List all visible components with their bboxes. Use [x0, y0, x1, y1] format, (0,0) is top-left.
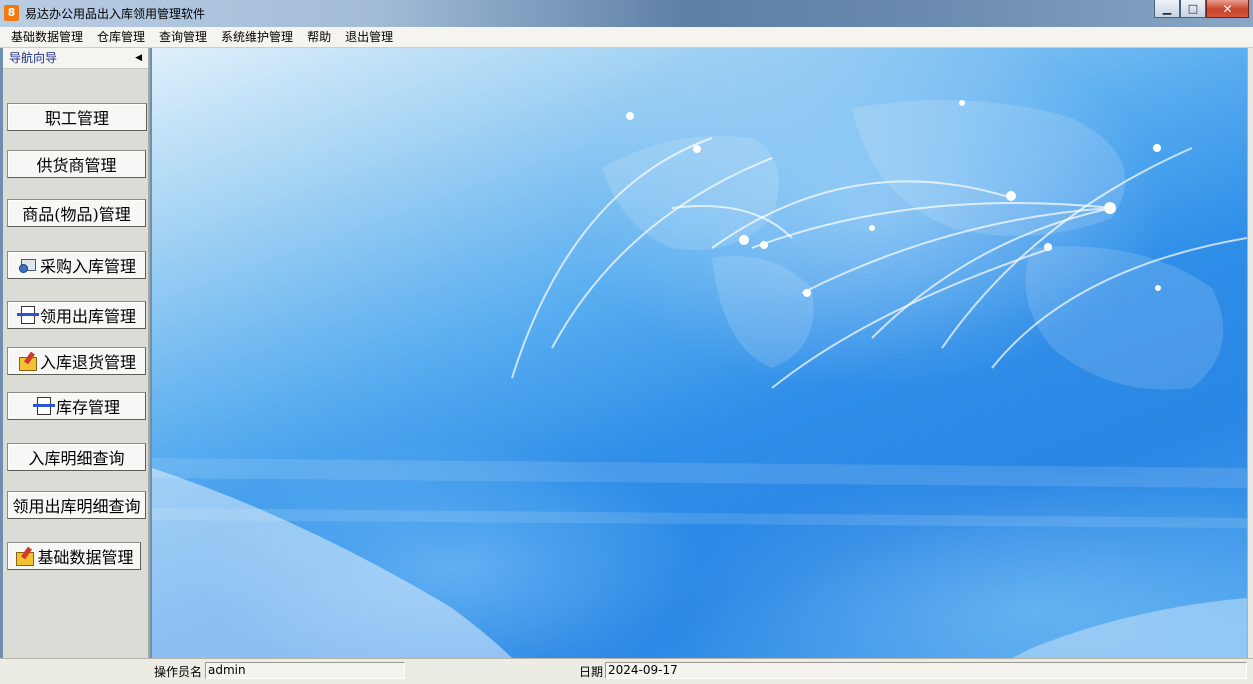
nav-button-label: 领用出库管理	[39, 307, 136, 326]
menu-query[interactable]: 查询管理	[152, 27, 214, 47]
folder-edit-icon	[14, 545, 36, 567]
status-bar: 操作员名 admin 日期 2024-09-17	[0, 658, 1253, 684]
nav-button-label: 采购入库管理	[39, 257, 136, 276]
nav-button-requisition-outbound[interactable]: 领用出库管理	[7, 301, 146, 329]
folder-edit-icon	[17, 350, 39, 372]
window-title: 易达办公用品出入库领用管理软件	[25, 7, 206, 21]
menu-bar: 基础数据管理 仓库管理 查询管理 系统维护管理 帮助 退出管理	[0, 27, 1253, 48]
menu-basic-data[interactable]: 基础数据管理	[4, 27, 90, 47]
nav-button-goods[interactable]: 商品(物品)管理	[7, 199, 146, 227]
close-button[interactable]: ✕	[1206, 0, 1249, 18]
nav-button-purchase-inbound[interactable]: 采购入库管理	[7, 251, 146, 279]
operator-name-field: admin	[205, 662, 405, 679]
nav-button-label: 商品(物品)管理	[22, 205, 131, 224]
nav-button-inventory[interactable]: 库存管理	[7, 392, 146, 420]
maximize-button[interactable]: □	[1180, 0, 1206, 18]
nav-button-label: 基础数据管理	[37, 548, 134, 567]
nav-button-label: 库存管理	[55, 398, 120, 417]
navigation-sidebar: 导航向导 ◀ 职工管理 供货商管理 商品(物品)管理 采购入库管理 领用出库管理…	[3, 48, 150, 658]
nav-button-label: 领用出库明细查询	[12, 497, 141, 516]
document-edit-icon	[16, 304, 39, 326]
nav-header: 导航向导 ◀	[3, 48, 148, 69]
right-edge-strip	[1247, 48, 1253, 658]
nav-button-label: 职工管理	[44, 109, 109, 128]
world-map-decoration	[152, 100, 1247, 658]
document-edit-icon	[32, 395, 55, 417]
computer-icon	[17, 254, 39, 276]
app-icon: 8	[4, 5, 19, 21]
nav-button-outbound-detail-query[interactable]: 领用出库明细查询	[7, 491, 146, 519]
nav-button-inbound-detail-query[interactable]: 入库明细查询	[7, 443, 146, 471]
title-bar: 8 易达办公用品出入库领用管理软件 ▁ □ ✕	[0, 0, 1253, 27]
menu-warehouse[interactable]: 仓库管理	[90, 27, 152, 47]
nav-button-label: 入库明细查询	[28, 449, 125, 468]
operator-label: 操作员名	[154, 665, 203, 679]
main-background-image	[152, 48, 1247, 658]
window-controls: ▁ □ ✕	[1154, 0, 1249, 19]
menu-exit[interactable]: 退出管理	[338, 27, 400, 47]
nav-button-inbound-return[interactable]: 入库退货管理	[7, 347, 146, 375]
nav-button-label: 供货商管理	[36, 156, 117, 175]
nav-button-label: 入库退货管理	[39, 353, 136, 372]
date-field: 2024-09-17	[605, 662, 1247, 679]
nav-button-basic-data[interactable]: 基础数据管理	[7, 542, 141, 570]
nav-button-staff[interactable]: 职工管理	[7, 103, 147, 131]
menu-help[interactable]: 帮助	[300, 27, 338, 47]
date-label: 日期	[579, 665, 604, 679]
nav-button-supplier[interactable]: 供货商管理	[7, 150, 146, 178]
menu-system-maintenance[interactable]: 系统维护管理	[214, 27, 300, 47]
nav-title: 导航向导	[9, 51, 58, 65]
collapse-arrow-icon[interactable]: ◀	[135, 48, 142, 68]
minimize-button[interactable]: ▁	[1154, 0, 1180, 18]
